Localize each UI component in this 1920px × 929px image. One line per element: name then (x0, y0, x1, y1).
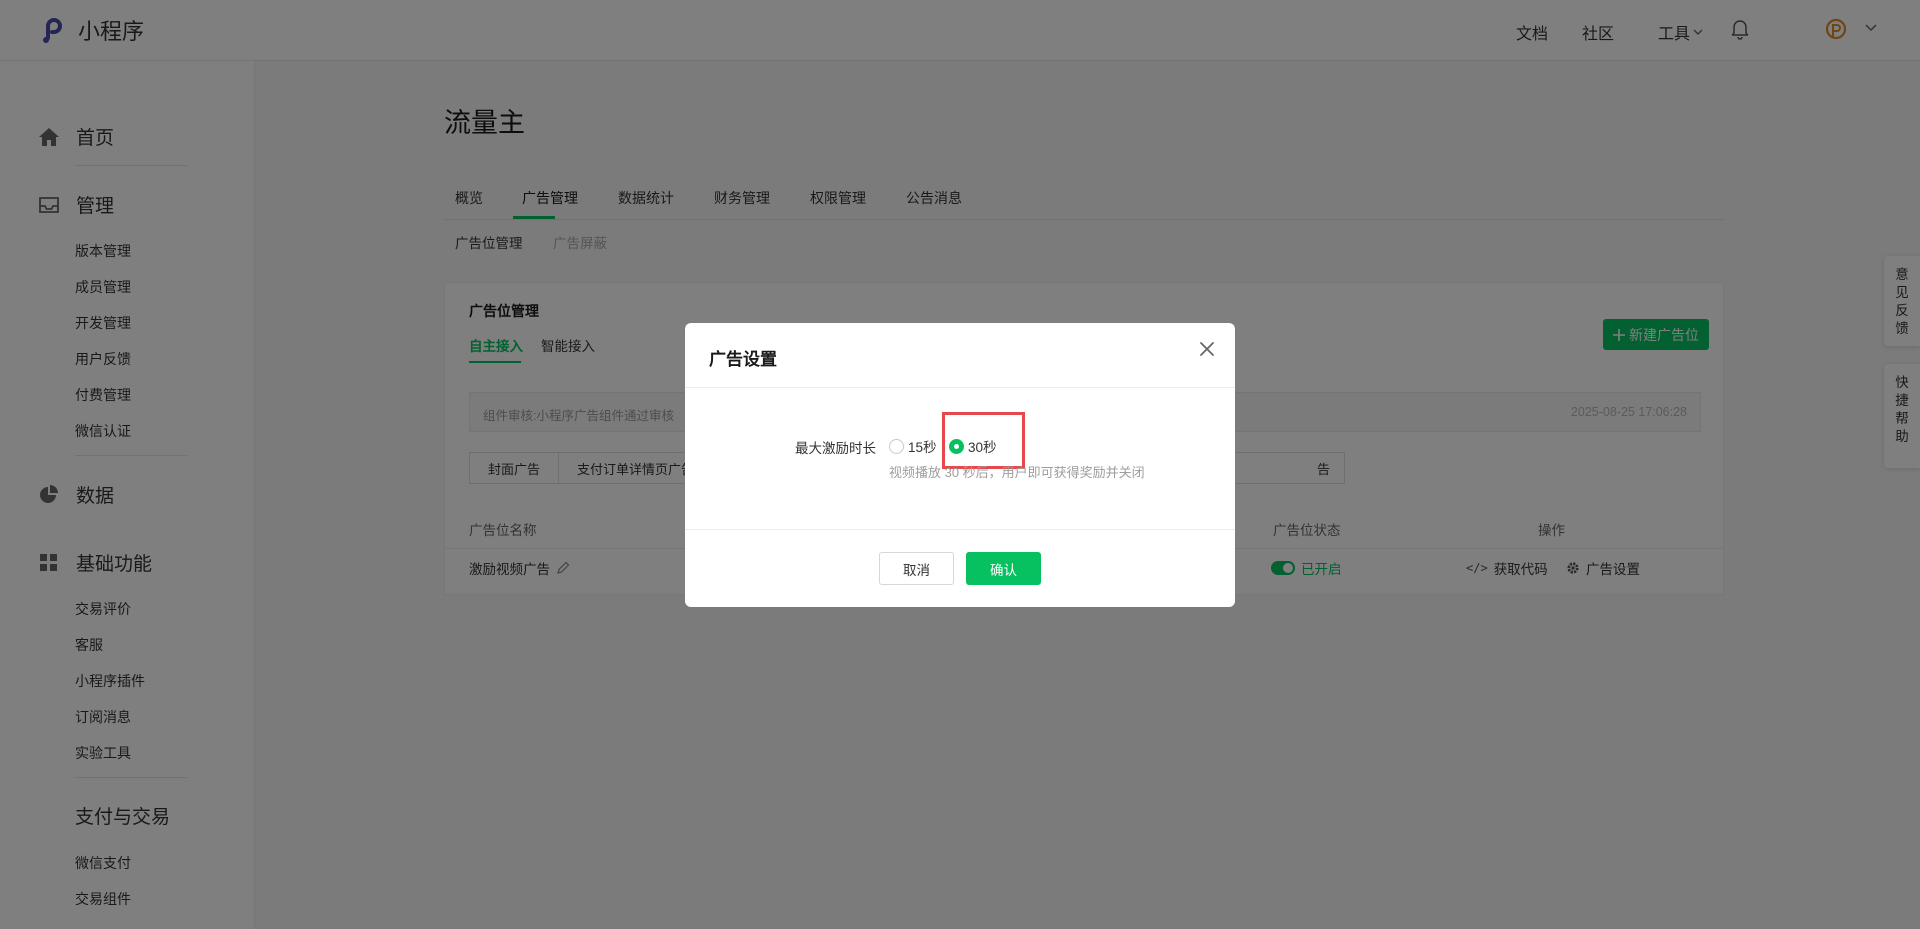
cancel-button[interactable]: 取消 (879, 552, 954, 585)
confirm-button[interactable]: 确认 (966, 552, 1041, 585)
dialog-footer-divider (685, 529, 1235, 530)
ad-settings-dialog: 广告设置 最大激励时长 15秒 30秒 视频播放 30 秒后，用户即可获得奖励并… (685, 323, 1235, 607)
radio-circle (889, 438, 904, 454)
max-reward-duration-label: 最大激励时长 (795, 441, 876, 456)
radio-15s[interactable]: 15秒 (889, 436, 937, 456)
duration-hint: 视频播放 30 秒后，用户即可获得奖励并关闭 (889, 465, 1145, 480)
dialog-header: 广告设置 (685, 323, 1235, 388)
close-icon[interactable] (1193, 335, 1221, 363)
radio-15s-label: 15秒 (908, 440, 937, 455)
highlight-annotation (942, 412, 1025, 469)
dialog-title: 广告设置 (709, 350, 777, 369)
